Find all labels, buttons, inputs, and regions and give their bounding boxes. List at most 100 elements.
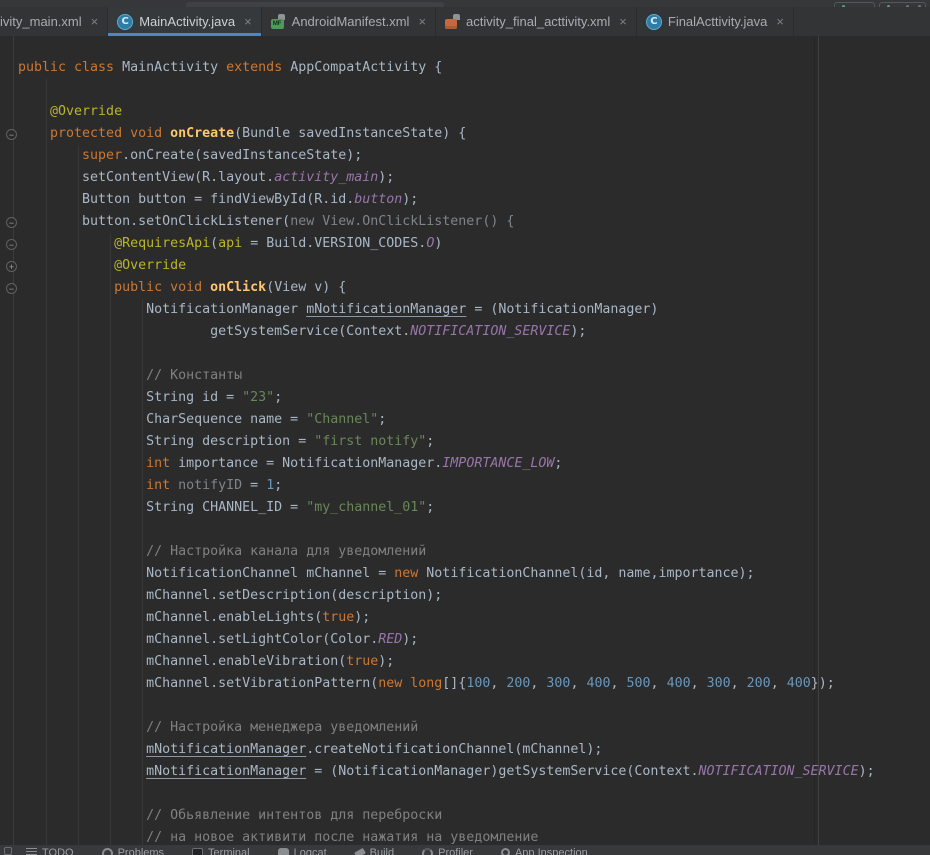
close-icon[interactable]: ×: [776, 15, 784, 28]
code-line[interactable]: setContentView(R.layout.activity_main);: [18, 167, 875, 189]
tab-label: activity_final_acttivity.xml: [466, 14, 610, 29]
code-token-def: .onCreate(savedInstanceState);: [122, 148, 362, 163]
code-token-def: = (NotificationManager): [466, 302, 658, 317]
code-token-mdecl: onCreate: [170, 126, 234, 141]
code-token-def: ): [434, 236, 442, 251]
code-token-def: ;: [554, 456, 562, 471]
code-line[interactable]: mChannel.enableLights(true);: [18, 607, 875, 629]
code-line[interactable]: [18, 343, 875, 365]
code-token-def: getSystemService(Context.: [18, 324, 410, 339]
manifest-icon: MF: [271, 14, 286, 29]
code-area[interactable]: public class MainActivity extends AppCom…: [18, 57, 875, 845]
code-line[interactable]: CharSequence name = "Channel";: [18, 409, 875, 431]
code-token-num: 400: [667, 676, 691, 691]
toolwindow-button-problems[interactable]: Problems: [102, 847, 164, 855]
code-line[interactable]: // Настройка канала для уведомлений: [18, 541, 875, 563]
fold-minus-icon[interactable]: −: [6, 129, 17, 140]
tool-window-layout-icon[interactable]: [4, 847, 12, 855]
toolwindow-button-app-inspection[interactable]: App Inspection: [501, 847, 588, 855]
code-line[interactable]: public void onClick(View v) {: [18, 277, 875, 299]
toolwindow-button-terminal[interactable]: Terminal: [192, 847, 250, 855]
code-token-str: "23": [242, 390, 274, 405]
code-line[interactable]: mChannel.setDescription(description);: [18, 585, 875, 607]
main-toolbar: [0, 0, 930, 7]
code-token-def: Button button = findViewById(R.id.: [18, 192, 354, 207]
fold-minus-icon[interactable]: −: [6, 283, 17, 294]
code-line[interactable]: NotificationManager mNotificationManager…: [18, 299, 875, 321]
code-line[interactable]: button.setOnClickListener(new View.OnCli…: [18, 211, 875, 233]
code-token-kw: extends: [226, 60, 290, 75]
code-token-def: mChannel.setLightColor(Color.: [18, 632, 378, 647]
code-line[interactable]: // Константы: [18, 365, 875, 387]
code-line[interactable]: @Override: [18, 101, 875, 123]
close-icon[interactable]: ×: [91, 15, 99, 28]
editor[interactable]: public class MainActivity extends AppCom…: [0, 36, 930, 845]
toolwindow-button-label: Logcat: [294, 847, 327, 855]
code-line[interactable]: String CHANNEL_ID = "my_channel_01";: [18, 497, 875, 519]
fold-minus-icon[interactable]: −: [6, 239, 17, 250]
gutter-separator: [13, 36, 14, 845]
code-line[interactable]: [18, 519, 875, 541]
code-token-num: 100: [466, 676, 490, 691]
code-token-def: mChannel.enableLights(: [18, 610, 322, 625]
code-line[interactable]: mNotificationManager = (NotificationMana…: [18, 761, 875, 783]
code-line[interactable]: String id = "23";: [18, 387, 875, 409]
code-line[interactable]: mNotificationManager.createNotificationC…: [18, 739, 875, 761]
code-token-def: = (NotificationManager)getSystemService(…: [306, 764, 698, 779]
code-line[interactable]: [18, 695, 875, 717]
code-line[interactable]: @Override: [18, 255, 875, 277]
code-line[interactable]: int importance = NotificationManager.IMP…: [18, 453, 875, 475]
tab-ivity_main.xml[interactable]: ivity_main.xml ×: [0, 7, 108, 36]
code-token-num: 300: [546, 676, 570, 691]
manifest-glyph: MF: [271, 19, 284, 29]
toolwindow-button-build[interactable]: Build: [355, 847, 394, 855]
code-token-kw: new long: [378, 676, 442, 691]
toolwindow-button-label: App Inspection: [515, 847, 588, 855]
code-line[interactable]: [18, 79, 875, 101]
toolwindow-button-label: Profiler: [438, 847, 473, 855]
close-icon[interactable]: ×: [244, 15, 252, 28]
code-token-num: 500: [627, 676, 651, 691]
code-line[interactable]: mChannel.setLightColor(Color.RED);: [18, 629, 875, 651]
code-line[interactable]: mChannel.setVibrationPattern(new long[]{…: [18, 673, 875, 695]
code-line[interactable]: @RequiresApi(api = Build.VERSION_CODES.O…: [18, 233, 875, 255]
code-token-kw: true: [346, 654, 378, 669]
tab-MainActivity.java[interactable]: CMainActivity.java×: [108, 7, 261, 36]
code-line[interactable]: // Обьявление интентов для переброски: [18, 805, 875, 827]
close-icon[interactable]: ×: [418, 15, 426, 28]
toolwindow-button-todo[interactable]: TODO: [26, 847, 74, 855]
code-token-mdecl: onClick: [210, 280, 266, 295]
code-token-const: IMPORTANCE_LOW: [442, 456, 554, 471]
code-token-const: RED: [378, 632, 402, 647]
code-token-def: ,: [530, 676, 546, 691]
tab-activity_final_acttivity.xml[interactable]: activity_final_acttivity.xml ×: [436, 7, 637, 36]
code-token-def: );: [378, 170, 394, 185]
code-line[interactable]: // Настройка менеджера уведомлений: [18, 717, 875, 739]
code-token-const: activity_main: [274, 170, 378, 185]
code-line[interactable]: NotificationChannel mChannel = new Notif…: [18, 563, 875, 585]
code-line[interactable]: // на новое активити после нажатия на ув…: [18, 827, 875, 845]
code-line[interactable]: getSystemService(Context.NOTIFICATION_SE…: [18, 321, 875, 343]
code-line[interactable]: public class MainActivity extends AppCom…: [18, 57, 875, 79]
code-token-def: ,: [611, 676, 627, 691]
code-token-def: );: [402, 632, 418, 647]
code-line[interactable]: super.onCreate(savedInstanceState);: [18, 145, 875, 167]
java-class-icon: C: [117, 14, 133, 30]
code-token-def: );: [378, 654, 394, 669]
code-line[interactable]: mChannel.enableVibration(true);: [18, 651, 875, 673]
toolwindow-button-logcat[interactable]: Logcat: [278, 847, 327, 855]
code-line[interactable]: protected void onCreate(Bundle savedInst…: [18, 123, 875, 145]
fold-minus-icon[interactable]: −: [6, 217, 17, 228]
code-line[interactable]: String description = "first notify";: [18, 431, 875, 453]
tab-label: ivity_main.xml: [0, 14, 82, 29]
tab-AndroidManifest.xml[interactable]: MFAndroidManifest.xml×: [262, 7, 436, 36]
code-line[interactable]: Button button = findViewById(R.id.button…: [18, 189, 875, 211]
code-token-str: "first notify": [314, 434, 426, 449]
code-line[interactable]: int notifyID = 1;: [18, 475, 875, 497]
fold-plus-icon[interactable]: +: [6, 261, 17, 272]
code-token-com: // Настройка канала для уведомлений: [18, 544, 426, 559]
close-icon[interactable]: ×: [619, 15, 627, 28]
tab-FinalActtivity.java[interactable]: CFinalActtivity.java×: [637, 7, 794, 36]
toolwindow-button-profiler[interactable]: Profiler: [422, 847, 473, 855]
code-line[interactable]: [18, 783, 875, 805]
